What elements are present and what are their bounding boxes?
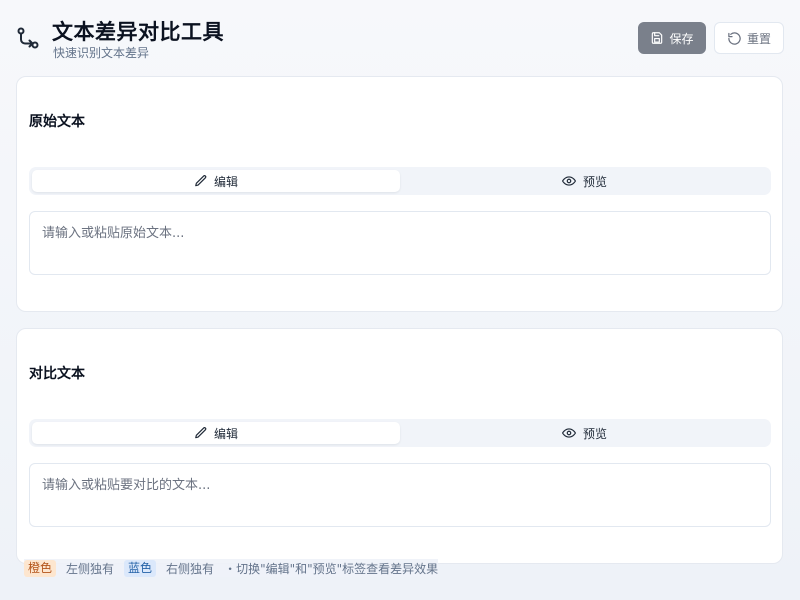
tab-preview-label: 预览 [582,426,607,441]
eye-icon [561,428,576,438]
page-subtitle: 快速识别文本差异 [53,46,150,60]
right-only-label: 右侧独有 [166,561,215,576]
left-only-label: 左侧独有 [66,561,115,576]
pencil-icon [195,175,207,187]
tab-edit-label: 编辑 [213,174,238,189]
pencil-icon [195,427,207,439]
header: 文本差异对比工具 快速识别文本差异 保存 重置 [0,0,800,76]
reset-button-label: 重置 [746,31,771,46]
save-button[interactable]: 保存 [638,22,706,54]
legend-tip: ・切换"编辑"和"预览"标签查看差异效果 [224,561,439,576]
original-text-input[interactable] [29,211,771,275]
compare-text-input[interactable] [29,463,771,527]
tab-edit[interactable]: 编辑 [32,170,400,192]
save-icon [652,32,663,44]
tab-preview[interactable]: 预览 [400,170,768,192]
right-only-chip: 蓝色 [124,559,157,577]
save-button-label: 保存 [669,31,694,46]
page-title: 文本差异对比工具 [52,20,224,44]
reset-button[interactable]: 重置 [714,22,784,54]
tab-edit[interactable]: 编辑 [32,422,400,444]
panel-title: 对比文本 [29,366,85,382]
original-text-panel: 原始文本 编辑 预览 [16,76,783,312]
diff-legend: 橙色 左侧独有 蓝色 右侧独有 ・切换"编辑"和"预览"标签查看差异效果 [24,559,439,577]
app: 文本差异对比工具 快速识别文本差异 保存 重置 原始文本 编辑 预览 请输入或粘… [0,0,800,600]
panel-title: 原始文本 [29,114,85,130]
view-tabs: 编辑 预览 [29,419,771,447]
tab-edit-label: 编辑 [213,426,238,441]
compare-text-panel: 对比文本 编辑 预览 [16,328,783,564]
tab-preview[interactable]: 预览 [400,422,768,444]
rotate-ccw-icon [728,31,741,45]
eye-icon [561,176,576,186]
left-only-chip: 橙色 [24,559,57,577]
tab-preview-label: 预览 [582,174,607,189]
view-tabs: 编辑 预览 [29,167,771,195]
git-compare-icon [17,27,39,49]
